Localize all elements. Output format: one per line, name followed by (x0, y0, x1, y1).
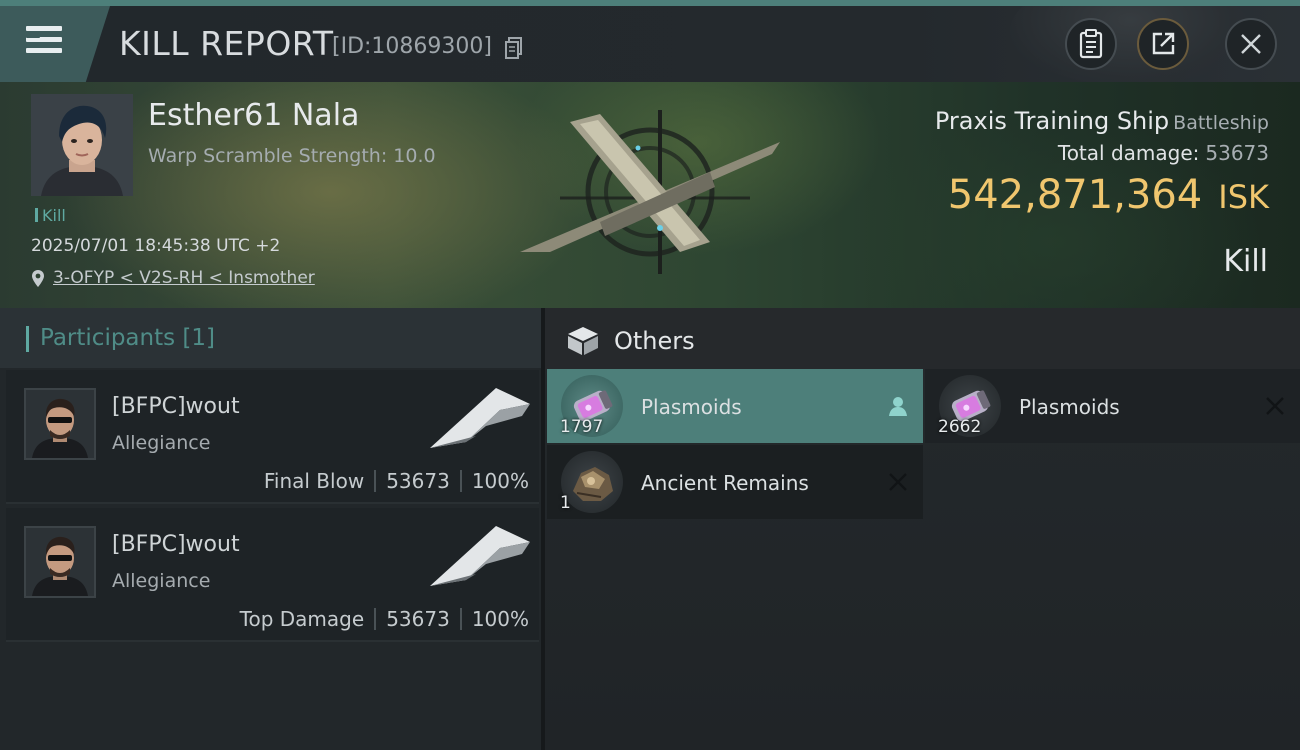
total-damage: Total damage: 53673 (1058, 141, 1269, 165)
item-quantity: 1797 (560, 417, 604, 437)
others-header: Others (545, 308, 1300, 370)
participant-percent: 100% (471, 607, 529, 631)
header-background-art (1010, 6, 1250, 82)
participant-row[interactable]: [BFPC]wout Allegiance Final Blow 53673 1… (6, 370, 539, 504)
participant-row[interactable]: [BFPC]wout Allegiance Top Damage 53673 1… (6, 508, 539, 642)
clipboard-button[interactable] (1065, 18, 1117, 70)
participant-damage: 53673 (386, 469, 450, 493)
share-icon (1152, 32, 1175, 55)
item-row[interactable]: 2662 Plasmoids (925, 369, 1300, 443)
report-id: [ID:10869300] (332, 34, 492, 59)
participant-name: [BFPC]wout (112, 532, 240, 557)
total-damage-value: 53673 (1205, 141, 1269, 165)
location-pin-icon (32, 269, 44, 287)
participant-stats: Top Damage 53673 100% (240, 607, 529, 631)
isk-unit: ISK (1218, 178, 1269, 216)
person-icon[interactable] (887, 395, 909, 417)
isk-value: 542,871,364 ISK (948, 172, 1269, 218)
participant-stats: Final Blow 53673 100% (264, 469, 529, 493)
participants-tab[interactable]: Participants [1] (0, 308, 541, 368)
victim-ship-info[interactable]: Praxis Training Ship Battleship (935, 107, 1269, 135)
participant-avatar[interactable] (24, 388, 96, 460)
header-bar: KILL REPORT [ID:10869300] (0, 6, 1300, 82)
participant-alliance: Allegiance (112, 570, 211, 592)
ship-name: Praxis Training Ship (934, 107, 1170, 135)
hamburger-menu-icon (26, 26, 62, 56)
participant-role: Final Blow (263, 469, 365, 493)
item-name: Plasmoids (1019, 395, 1120, 419)
participant-damage: 53673 (386, 607, 450, 631)
total-damage-label: Total damage: (1057, 141, 1200, 165)
participants-title: Participants [1] (40, 325, 215, 351)
item-name: Plasmoids (641, 395, 742, 419)
isk-amount: 542,871,364 (947, 172, 1203, 218)
participant-alliance: Allegiance (112, 432, 211, 454)
location-text: 3-OFYP < V2S-RH < Insmother (53, 268, 315, 288)
close-icon (1241, 34, 1261, 54)
result-label: Kill (1223, 244, 1268, 279)
item-row[interactable]: 1797 Plasmoids (547, 369, 923, 443)
menu-button[interactable] (0, 6, 110, 82)
participant-percent: 100% (471, 469, 529, 493)
participant-role: Top Damage (239, 607, 365, 631)
participant-name: [BFPC]wout (112, 394, 240, 419)
victim-banner: Esther61 Nala Warp Scramble Strength: 10… (0, 82, 1300, 308)
clipboard-icon (1079, 29, 1103, 59)
ship-class: Battleship (1173, 112, 1269, 134)
item-quantity: 1 (560, 493, 571, 513)
kill-tag: Kill (35, 206, 66, 225)
warp-scramble-strength: Warp Scramble Strength: 10.0 (148, 145, 436, 167)
victim-ship-render (520, 110, 780, 274)
page-title: KILL REPORT (119, 24, 334, 63)
close-icon[interactable] (1264, 395, 1286, 417)
participant-ship-icon (430, 526, 530, 586)
cargo-box-icon (568, 327, 598, 355)
participant-ship-icon (430, 388, 530, 448)
participant-avatar[interactable] (24, 526, 96, 598)
others-title: Others (614, 327, 695, 355)
item-quantity: 2662 (938, 417, 982, 437)
participants-panel: Participants [1] [BFPC]wout Allegiance F… (0, 308, 541, 750)
others-panel: Others 1797 Plasmoids 2662 Plasmoids 1 A… (541, 308, 1300, 750)
item-name: Ancient Remains (641, 471, 809, 495)
copy-icon[interactable] (505, 37, 523, 59)
item-row[interactable]: 1 Ancient Remains (547, 445, 923, 519)
kill-location-link[interactable]: 3-OFYP < V2S-RH < Insmother (31, 268, 315, 288)
victim-name: Esther61 Nala (148, 98, 360, 133)
kill-datetime: 2025/07/01 18:45:38 UTC +2 (31, 236, 281, 256)
share-button[interactable] (1137, 18, 1189, 70)
victim-avatar[interactable] (31, 94, 133, 196)
close-icon[interactable] (887, 471, 909, 493)
close-button[interactable] (1225, 18, 1277, 70)
